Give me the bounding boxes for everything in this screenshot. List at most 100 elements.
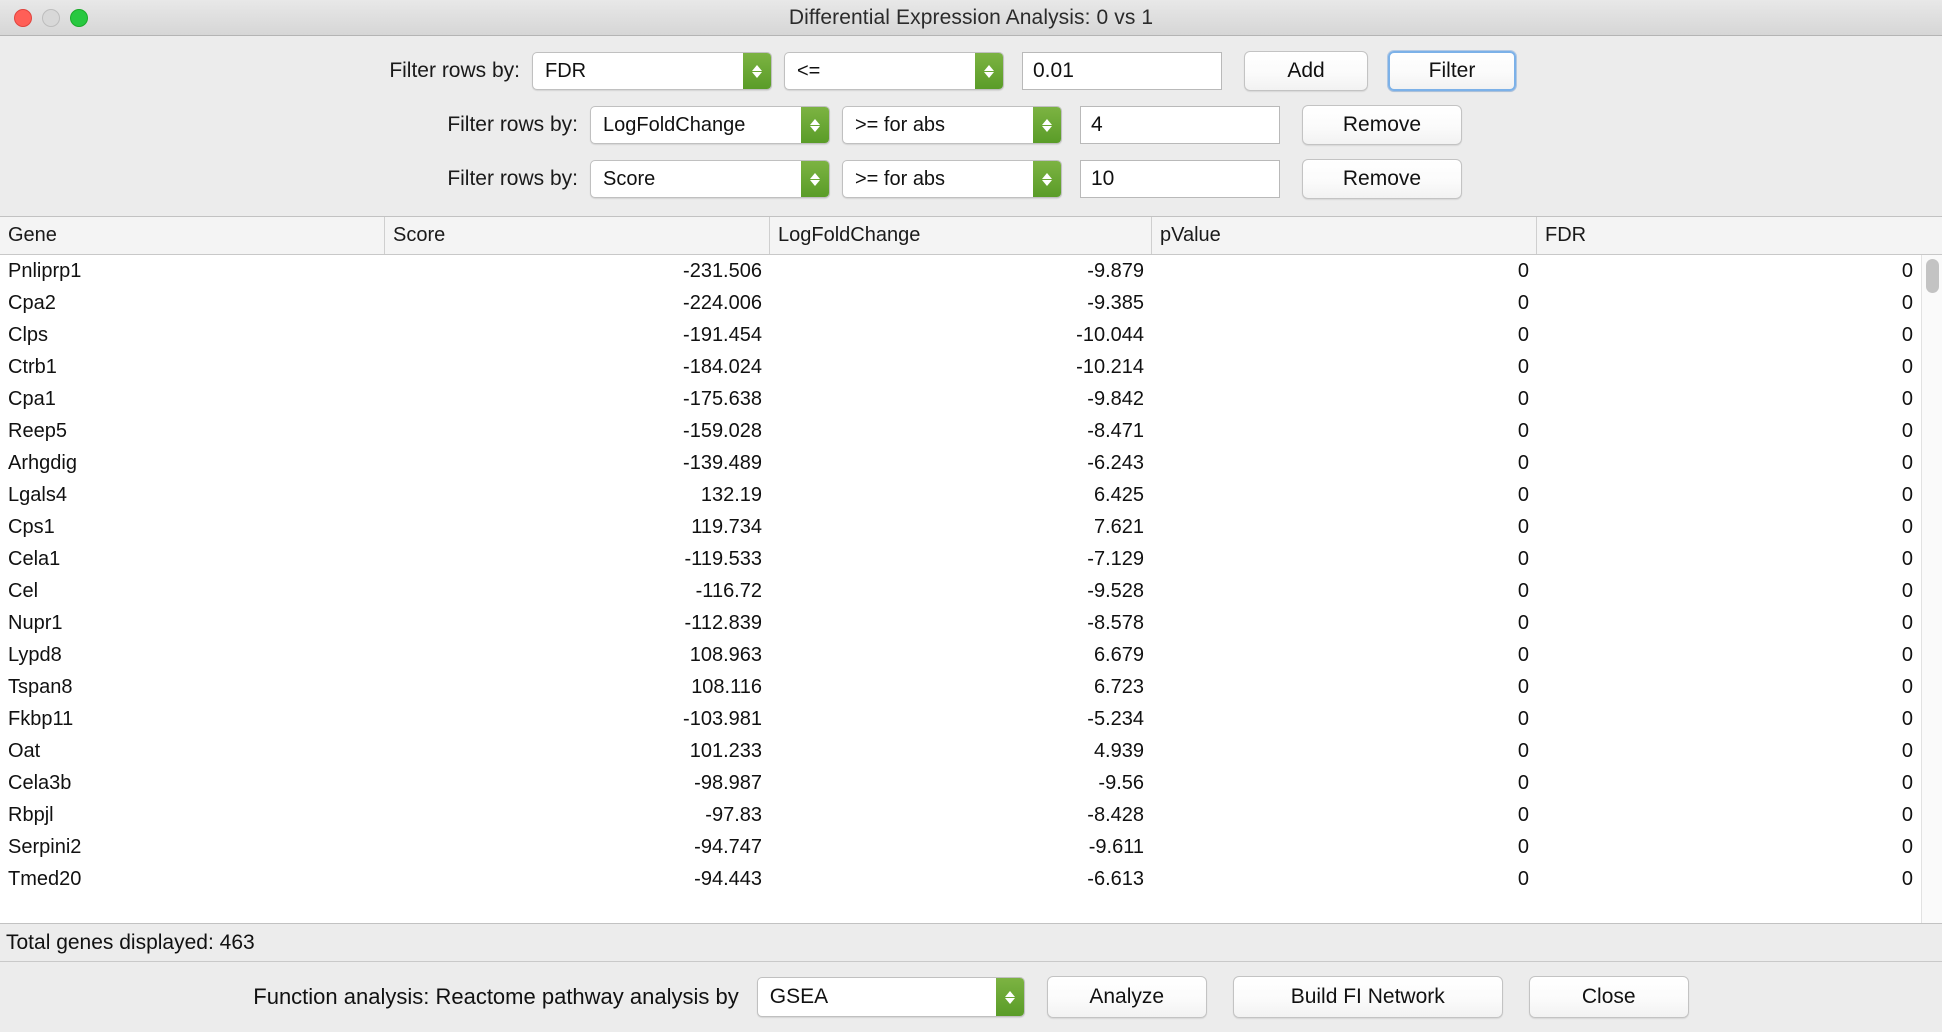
filter-row-3-attribute-select[interactable]: Score <box>590 160 830 198</box>
cell-gene: Fkbp11 <box>8 707 74 730</box>
filter-row-1-label: Filter rows by: <box>389 59 520 82</box>
filter-row-2-operator-select[interactable]: >= for abs <box>842 106 1062 144</box>
table-row[interactable]: Tspan8 108.116 6.723 0 0 <box>0 671 1942 703</box>
add-filter-button[interactable]: Add <box>1244 51 1368 91</box>
filter-row-3-operator-select[interactable]: >= for abs <box>842 160 1062 198</box>
cell-gene: Cpa2 <box>8 291 56 314</box>
column-header-fdr[interactable]: FDR <box>1537 217 1921 254</box>
table-vertical-scrollbar[interactable] <box>1921 255 1942 923</box>
table-row[interactable]: Cpa2 -224.006 -9.385 0 0 <box>0 287 1942 319</box>
filter-row-1-attribute-stepper-icon[interactable] <box>743 53 771 89</box>
cell-pvalue: 0 <box>1517 707 1529 730</box>
cell-logfoldchange: -6.243 <box>1087 451 1144 474</box>
cell-score: 108.116 <box>691 675 762 698</box>
cell-fdr: 0 <box>1901 355 1913 378</box>
column-header-pvalue[interactable]: pValue <box>1152 217 1537 254</box>
chevron-up-icon <box>752 64 762 71</box>
filter-row-1-value-input[interactable]: 0.01 <box>1022 52 1222 90</box>
cell-pvalue: 0 <box>1517 451 1529 474</box>
table-row[interactable]: Cpa1 -175.638 -9.842 0 0 <box>0 383 1942 415</box>
table-row[interactable]: Serpini2 -94.747 -9.611 0 0 <box>0 831 1942 863</box>
cell-fdr: 0 <box>1901 803 1913 826</box>
filter-row-1-attribute-select[interactable]: FDR <box>532 52 772 90</box>
filter-row-3-value-input[interactable]: 10 <box>1080 160 1280 198</box>
total-genes-status: Total genes displayed: 463 <box>6 930 255 954</box>
table-row[interactable]: Oat 101.233 4.939 0 0 <box>0 735 1942 767</box>
cell-logfoldchange: 6.425 <box>1093 483 1144 506</box>
zoom-window-icon[interactable] <box>70 8 88 27</box>
cell-score: 108.963 <box>689 643 762 666</box>
analysis-method-stepper-icon[interactable] <box>995 978 1024 1016</box>
close-window-icon[interactable] <box>14 8 32 27</box>
function-analysis-bar: Function analysis: Reactome pathway anal… <box>0 962 1942 1032</box>
window-controls <box>0 8 88 27</box>
status-bar: Total genes displayed: 463 <box>0 924 1942 962</box>
cell-fdr: 0 <box>1901 771 1913 794</box>
cell-fdr: 0 <box>1901 483 1913 506</box>
cell-fdr: 0 <box>1901 387 1913 410</box>
table-row[interactable]: Cps1 119.734 7.621 0 0 <box>0 511 1942 543</box>
table-header-row: Gene Score LogFoldChange pValue FDR <box>0 217 1942 255</box>
table-row[interactable]: Reep5 -159.028 -8.471 0 0 <box>0 415 1942 447</box>
cell-gene: Rbpjl <box>8 803 54 826</box>
cell-logfoldchange: -9.879 <box>1087 259 1144 282</box>
filter-row-1-operator-select[interactable]: <= <box>784 52 1004 90</box>
filter-row-3-attribute-stepper-icon[interactable] <box>801 161 829 197</box>
analysis-method-select[interactable]: GSEA <box>756 977 1025 1017</box>
column-header-logfoldchange[interactable]: LogFoldChange <box>770 217 1152 254</box>
chevron-up-icon <box>984 64 994 71</box>
cell-fdr: 0 <box>1901 867 1913 890</box>
close-button[interactable]: Close <box>1528 976 1689 1018</box>
cell-gene: Lgals4 <box>8 483 67 506</box>
cell-pvalue: 0 <box>1517 739 1529 762</box>
cell-score: 101.233 <box>689 739 762 762</box>
remove-filter-row-2-button[interactable]: Remove <box>1302 105 1462 145</box>
filter-row-1-operator-stepper-icon[interactable] <box>975 53 1003 89</box>
cell-logfoldchange: -9.528 <box>1087 579 1144 602</box>
filter-row-2-attribute-select[interactable]: LogFoldChange <box>590 106 830 144</box>
table-row[interactable]: Nupr1 -112.839 -8.578 0 0 <box>0 607 1942 639</box>
build-fi-network-button[interactable]: Build FI Network <box>1232 976 1503 1018</box>
table-row[interactable]: Lypd8 108.963 6.679 0 0 <box>0 639 1942 671</box>
cell-gene: Cps1 <box>8 515 55 538</box>
cell-score: -112.839 <box>684 611 762 634</box>
analyze-button[interactable]: Analyze <box>1046 976 1207 1018</box>
cell-score: -159.028 <box>683 419 762 442</box>
table-row[interactable]: Ctrb1 -184.024 -10.214 0 0 <box>0 351 1942 383</box>
cell-score: -103.981 <box>683 707 762 730</box>
table-row[interactable]: Cela1 -119.533 -7.129 0 0 <box>0 543 1942 575</box>
table-row[interactable]: Tmed20 -94.443 -6.613 0 0 <box>0 863 1942 895</box>
chevron-down-icon <box>1004 997 1015 1004</box>
cell-gene: Oat <box>8 739 41 762</box>
table-row[interactable]: Pnliprp1 -231.506 -9.879 0 0 <box>0 255 1942 287</box>
apply-filter-button[interactable]: Filter <box>1388 51 1516 91</box>
table-row[interactable]: Arhgdig -139.489 -6.243 0 0 <box>0 447 1942 479</box>
filter-row-2-value-input[interactable]: 4 <box>1080 106 1280 144</box>
filter-row-2-operator-stepper-icon[interactable] <box>1033 107 1061 143</box>
filter-row-2-attribute-stepper-icon[interactable] <box>801 107 829 143</box>
filter-row-3-operator-stepper-icon[interactable] <box>1033 161 1061 197</box>
cell-fdr: 0 <box>1901 739 1913 762</box>
cell-fdr: 0 <box>1901 707 1913 730</box>
chevron-up-icon <box>810 172 820 179</box>
cell-logfoldchange: -9.842 <box>1087 387 1144 410</box>
table-scrollbar-thumb[interactable] <box>1926 259 1939 293</box>
column-header-gene[interactable]: Gene <box>0 217 385 254</box>
minimize-window-icon[interactable] <box>42 8 60 27</box>
title-bar: Differential Expression Analysis: 0 vs 1 <box>0 0 1942 36</box>
chevron-down-icon <box>1042 125 1052 132</box>
window-title: Differential Expression Analysis: 0 vs 1 <box>788 5 1154 29</box>
cell-fdr: 0 <box>1901 643 1913 666</box>
cell-gene: Cpa1 <box>8 387 56 410</box>
column-header-score[interactable]: Score <box>385 217 770 254</box>
table-row[interactable]: Cela3b -98.987 -9.56 0 0 <box>0 767 1942 799</box>
table-row[interactable]: Clps -191.454 -10.044 0 0 <box>0 319 1942 351</box>
chevron-up-icon <box>1004 990 1015 997</box>
table-row[interactable]: Lgals4 132.19 6.425 0 0 <box>0 479 1942 511</box>
remove-filter-row-3-button[interactable]: Remove <box>1302 159 1462 199</box>
table-row[interactable]: Fkbp11 -103.981 -5.234 0 0 <box>0 703 1942 735</box>
table-row[interactable]: Rbpjl -97.83 -8.428 0 0 <box>0 799 1942 831</box>
cell-gene: Cela3b <box>8 771 72 794</box>
results-table: Gene Score LogFoldChange pValue FDR Pnliprp1… <box>0 216 1942 924</box>
table-row[interactable]: Cel -116.72 -9.528 0 0 <box>0 575 1942 607</box>
